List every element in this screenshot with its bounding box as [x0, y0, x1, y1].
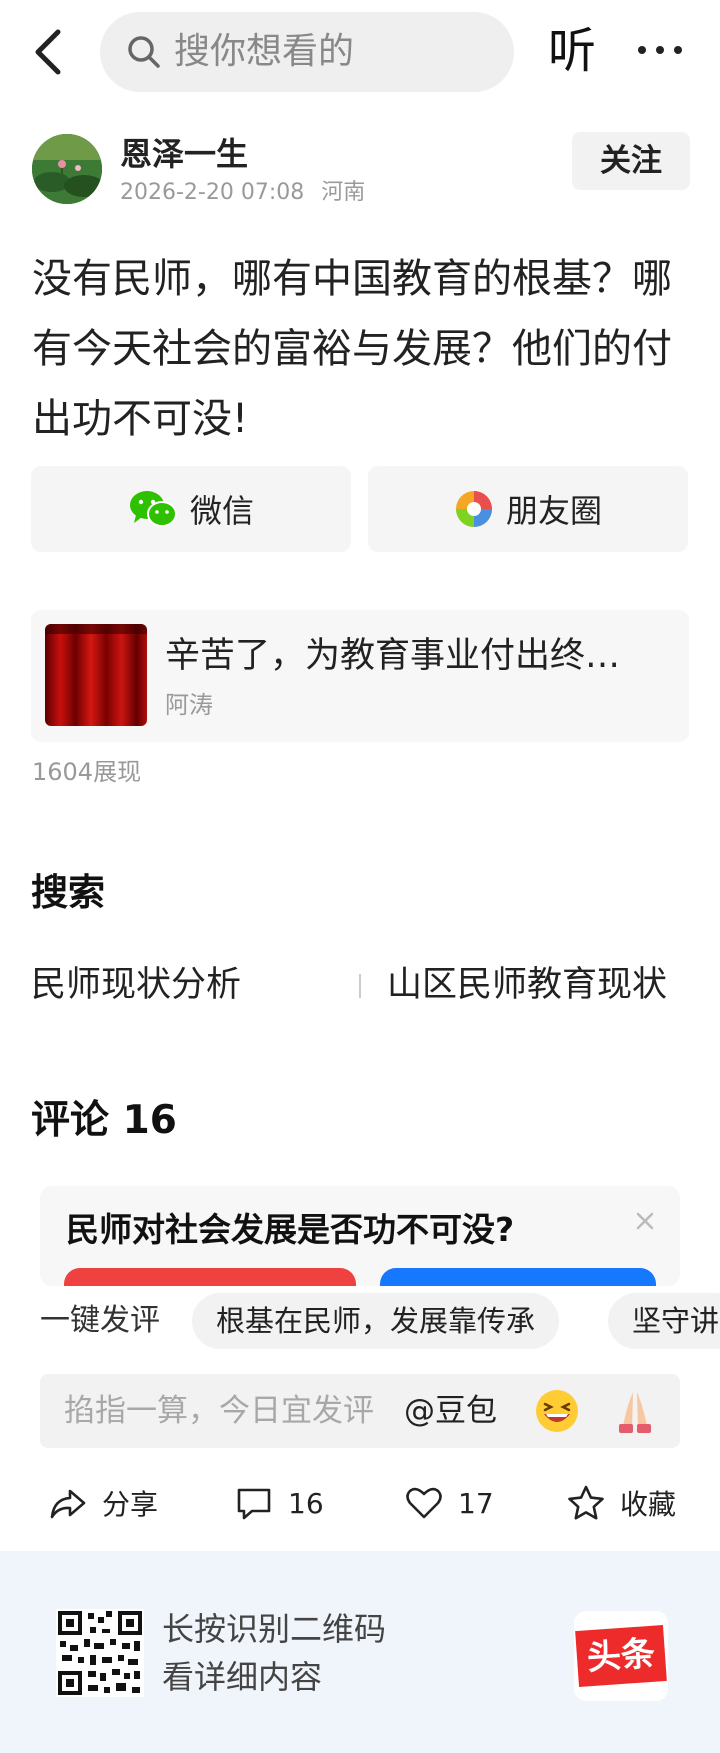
quick-comment-bar: 一键发评 根基在民师，发展靠传承 坚守讲	[0, 1286, 720, 1356]
search-section-heading: 搜索	[31, 871, 105, 914]
post-timestamp: 2026-2-20 07:08	[120, 180, 305, 205]
post-content: 没有民师，哪有中国教育的根基？哪有今天社会的富裕与发展？他们的付出功不可没!	[32, 256, 672, 442]
search-icon	[128, 36, 160, 68]
like-count: 17	[458, 1486, 494, 1520]
poll-question: 民师对社会发展是否功不可没?	[66, 1210, 515, 1249]
comment-action[interactable]: 16	[234, 1478, 324, 1528]
share-action[interactable]: 分享	[48, 1478, 158, 1528]
pray-emoji-icon[interactable]	[610, 1386, 660, 1436]
brand-text: 头条	[575, 1624, 667, 1688]
wechat-icon	[129, 491, 177, 527]
laugh-emoji-icon[interactable]	[532, 1386, 582, 1436]
listen-button[interactable]: 听	[548, 18, 608, 84]
share-moments-label: 朋友圈	[505, 492, 602, 530]
related-article-card[interactable]: 辛苦了，为教育事业付出终… 阿涛	[31, 610, 689, 742]
poll-option-no[interactable]	[380, 1268, 656, 1286]
quick-comment-chip[interactable]: 根基在民师，发展靠传承	[192, 1293, 560, 1349]
search-bar[interactable]: 搜你想看的	[100, 12, 514, 92]
like-action[interactable]: 17	[404, 1478, 494, 1528]
follow-button[interactable]: 关注	[572, 132, 690, 190]
share-icon	[50, 1489, 86, 1519]
poll-close-button[interactable]	[630, 1206, 660, 1236]
comment-input[interactable]: 掐指一算，今日宜发评 @豆包	[40, 1374, 680, 1448]
divider	[359, 974, 361, 998]
favorite-label: 收藏	[620, 1488, 677, 1521]
avatar[interactable]	[32, 134, 102, 204]
search-term-1[interactable]: 民师现状分析	[31, 962, 241, 1008]
share-wechat-label: 微信	[189, 492, 254, 530]
more-button[interactable]	[634, 30, 686, 70]
author-name[interactable]: 恩泽一生	[120, 134, 248, 174]
footer-banner: 长按识别二维码 看详细内容 头条	[0, 1551, 720, 1753]
poll-option-yes[interactable]	[64, 1268, 356, 1286]
mention-doubao-button[interactable]: @豆包	[404, 1374, 497, 1448]
share-label: 分享	[102, 1488, 159, 1521]
view-count: 1604展现	[32, 758, 142, 786]
comments-heading: 评论 16	[31, 1098, 177, 1143]
related-author: 阿涛	[165, 691, 213, 719]
quick-comment-label: 一键发评	[40, 1303, 160, 1338]
more-dots-icon	[638, 46, 682, 54]
footer-line-2: 看详细内容	[162, 1658, 323, 1696]
post-meta: 2026-2-20 07:08 河南	[120, 178, 365, 208]
comment-placeholder: 掐指一算，今日宜发评	[64, 1393, 374, 1429]
heart-icon	[406, 1487, 442, 1519]
moments-icon	[455, 491, 492, 527]
star-icon	[568, 1485, 604, 1520]
share-wechat-button[interactable]: 微信	[31, 466, 351, 552]
poll-card: 民师对社会发展是否功不可没?	[40, 1186, 680, 1286]
back-button[interactable]	[28, 24, 72, 80]
related-thumbnail	[45, 624, 147, 726]
close-icon	[636, 1212, 654, 1230]
toutiao-logo: 头条	[574, 1611, 668, 1701]
avatar-image	[32, 134, 102, 204]
search-placeholder: 搜你想看的	[174, 31, 355, 72]
post-location: 河南	[321, 180, 366, 205]
related-title: 辛苦了，为教育事业付出终…	[165, 636, 621, 676]
comment-icon	[237, 1488, 271, 1520]
search-term-2[interactable]: 山区民师教育现状	[387, 962, 667, 1008]
comment-count: 16	[288, 1486, 324, 1520]
chevron-left-icon	[35, 29, 61, 75]
footer-line-1: 长按识别二维码	[162, 1610, 387, 1648]
share-moments-button[interactable]: 朋友圈	[368, 466, 688, 552]
favorite-action[interactable]: 收藏	[566, 1478, 676, 1528]
qr-code	[56, 1609, 144, 1697]
quick-comment-chip[interactable]: 坚守讲	[608, 1293, 720, 1349]
